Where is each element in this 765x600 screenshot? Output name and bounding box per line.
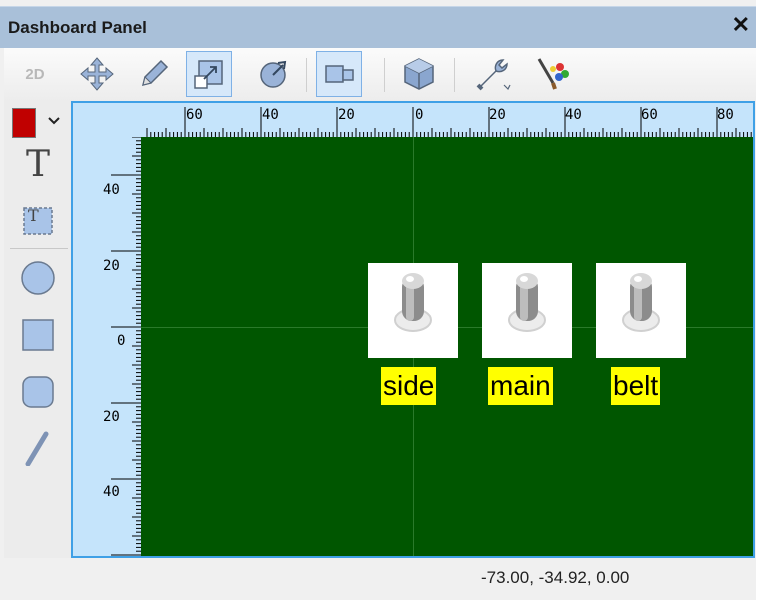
ruler-label: 0	[415, 107, 424, 123]
move-button[interactable]	[74, 51, 120, 97]
toolbar-separator	[454, 58, 455, 92]
drawing-canvas[interactable]: side main belt	[141, 137, 753, 556]
window-right-edge	[756, 0, 765, 600]
ruler-label: 40	[262, 107, 279, 123]
chevron-down-icon[interactable]	[48, 116, 60, 126]
wrench-icon	[476, 59, 511, 91]
rounded-rect-tool[interactable]	[18, 372, 58, 412]
close-icon[interactable]: ✕	[732, 14, 750, 36]
title-bar: Dashboard Panel ✕	[0, 6, 756, 48]
ruler-label: 40	[103, 484, 120, 500]
switch-label-belt: belt	[611, 367, 661, 405]
resize-button[interactable]	[186, 51, 232, 97]
toggle-switch-main[interactable]	[482, 263, 572, 358]
3d-object-button[interactable]	[396, 51, 442, 97]
text-tool[interactable]: T	[18, 143, 58, 185]
line-tool[interactable]	[18, 428, 58, 468]
ruler-label: 0	[117, 333, 126, 349]
pencil-icon	[141, 59, 169, 87]
toggle-switch-side[interactable]	[368, 263, 458, 358]
text-icon: T	[25, 143, 50, 185]
circle-tool[interactable]	[18, 258, 58, 298]
tools-separator	[10, 248, 68, 249]
ruler-label: 60	[186, 107, 203, 123]
toggle-switch-icon	[622, 273, 660, 332]
ruler-label: 20	[338, 107, 355, 123]
ruler-label: 60	[641, 107, 658, 123]
rectangle-tool[interactable]	[18, 315, 58, 355]
toolbar-separator	[306, 58, 307, 92]
toggle-switch-belt[interactable]	[596, 263, 686, 358]
rotate-icon	[260, 60, 287, 88]
ruler-label: 20	[489, 107, 506, 123]
status-bar: -73.00, -34.92, 0.00	[0, 558, 756, 600]
rotate-button[interactable]	[250, 51, 296, 97]
toolbar-separator	[384, 58, 385, 92]
rounded-rect-icon	[22, 376, 54, 408]
brush-palette-icon	[537, 58, 569, 90]
textbox-tool[interactable]: T	[18, 200, 58, 240]
edit-button[interactable]	[131, 51, 177, 97]
vertical-ruler: 40 20 0 20 40	[73, 137, 141, 556]
ruler-label: 80	[717, 107, 734, 123]
horizontal-ruler: 60 40 20 0 20 40 60 80	[141, 103, 753, 137]
color-swatch[interactable]	[12, 108, 36, 138]
mode-2d-button[interactable]: 2D	[12, 51, 58, 97]
circle-icon	[21, 261, 55, 295]
settings-button[interactable]	[470, 51, 516, 97]
switch-label-main: main	[488, 367, 553, 405]
drawing-tools-panel: T T	[4, 102, 71, 558]
horizontal-ruler-ticks	[146, 107, 752, 137]
resize-icon	[194, 60, 223, 89]
toolbar: 2D	[4, 48, 756, 102]
attach-icon	[325, 65, 354, 83]
ruler-label: 20	[103, 258, 120, 274]
cube-icon	[404, 58, 434, 90]
style-button[interactable]	[529, 51, 575, 97]
ruler-label: 40	[565, 107, 582, 123]
textbox-glyph: T	[28, 206, 39, 225]
toggle-switch-icon	[508, 273, 546, 332]
attach-button[interactable]	[316, 51, 362, 97]
switch-label-side: side	[381, 367, 437, 405]
toggle-switch-icon	[394, 273, 432, 332]
ruler-label: 20	[103, 409, 120, 425]
move-icon	[80, 57, 114, 91]
cursor-coordinates: -73.00, -34.92, 0.00	[481, 568, 630, 587]
window-title: Dashboard Panel	[8, 18, 147, 37]
line-icon	[25, 431, 49, 466]
ruler-label: 40	[103, 182, 120, 198]
rectangle-icon	[22, 319, 54, 351]
mode-2d-label: 2D	[25, 65, 45, 83]
